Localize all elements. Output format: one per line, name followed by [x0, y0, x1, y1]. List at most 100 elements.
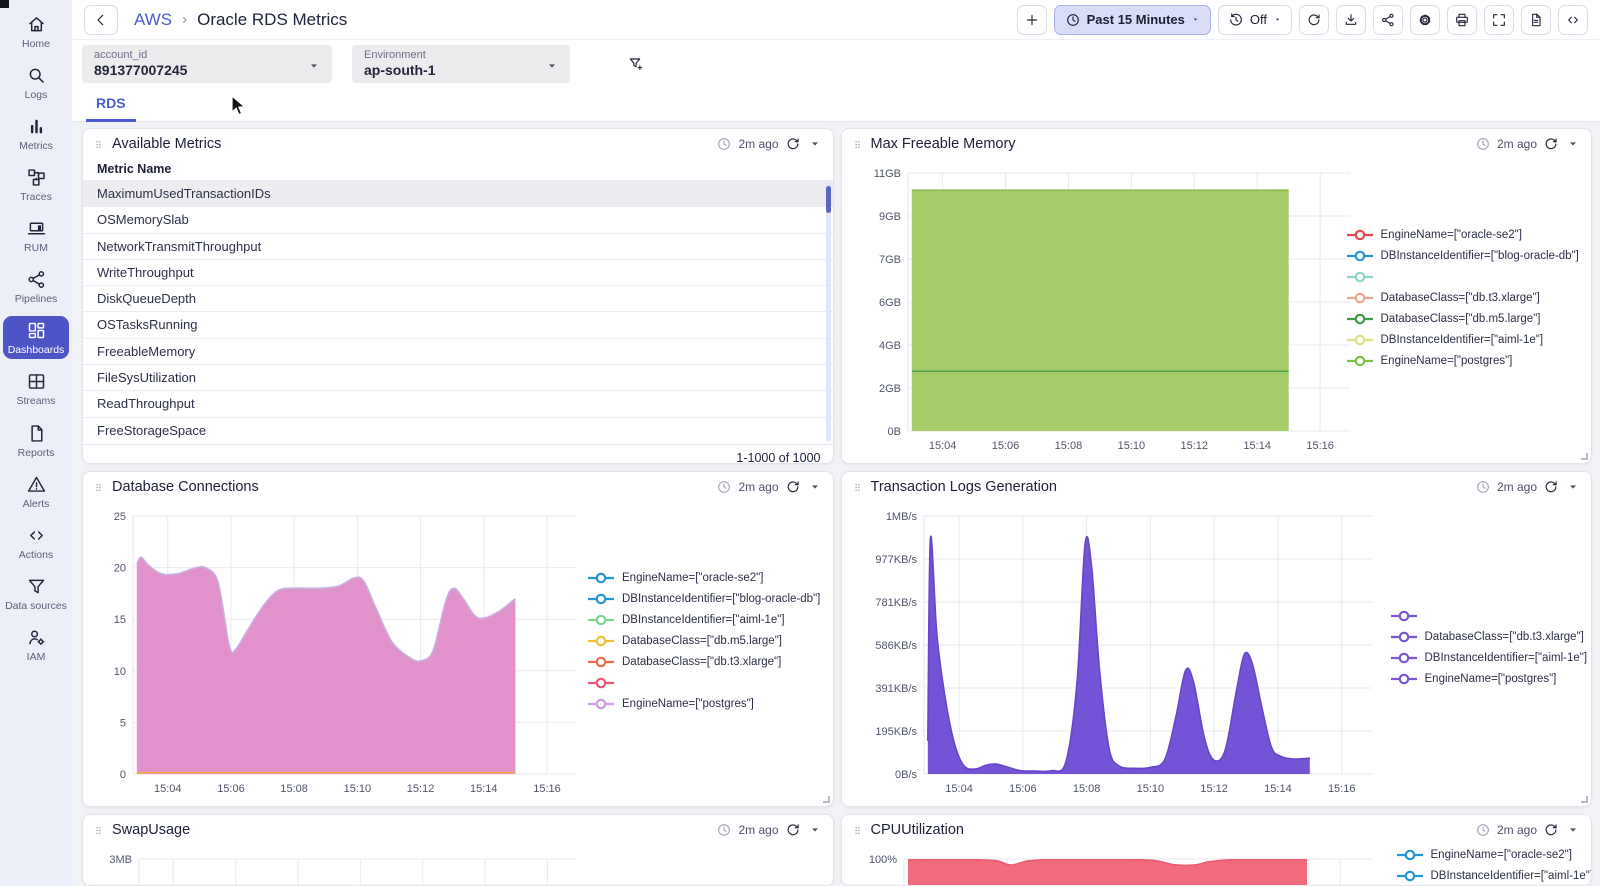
table-row[interactable]: FreeStorageSpace: [83, 416, 833, 443]
table-scrollbar-thumb[interactable]: [825, 186, 831, 213]
panel-menu-caret-icon[interactable]: [1565, 822, 1581, 838]
panel-menu-caret-icon[interactable]: [1565, 479, 1581, 495]
panel-title: Transaction Logs Generation: [870, 479, 1057, 495]
sidebar-item-reports[interactable]: Reports: [3, 419, 69, 462]
table-scrollbar[interactable]: [825, 182, 831, 442]
caret-down-icon: [276, 58, 322, 74]
table-row[interactable]: FreeableMemory: [83, 337, 833, 364]
legend-item[interactable]: [588, 677, 820, 689]
panel-menu-caret-icon[interactable]: [1565, 136, 1581, 152]
swap-usage-chart: 0B1MB2MB3MB15:0415:0615:0815:1015:1215:1…: [87, 845, 587, 885]
table-row[interactable]: NetworkTransmitThroughput: [83, 232, 833, 259]
sidebar-item-data-sources[interactable]: Data sources: [3, 572, 69, 615]
printer-icon: [1454, 12, 1470, 28]
legend-item[interactable]: EngineName=["postgres"]: [1346, 355, 1579, 367]
panel-menu-caret-icon[interactable]: [807, 136, 823, 152]
tab-rds[interactable]: RDS: [86, 88, 136, 122]
legend-item[interactable]: DatabaseClass=["db.t3.xlarge"]: [1346, 292, 1579, 304]
share-button[interactable]: [1373, 4, 1403, 35]
table-row[interactable]: MaximumUsedTransactionIDs: [83, 180, 833, 207]
panel-menu-caret-icon[interactable]: [807, 479, 823, 495]
breadcrumb-root-link[interactable]: AWS: [134, 10, 172, 30]
refresh-icon[interactable]: [1543, 479, 1559, 495]
legend-item[interactable]: DBInstanceIdentifier=["blog-oracle-db"]: [588, 593, 820, 605]
drag-handle-icon[interactable]: [93, 139, 104, 150]
docs-button[interactable]: [1521, 4, 1551, 35]
legend-item[interactable]: [1390, 610, 1588, 622]
refresh-icon[interactable]: [785, 822, 801, 838]
legend-item[interactable]: EngineName=["oracle-se2"]: [1346, 229, 1579, 241]
legend-item[interactable]: DBInstanceIdentifier=["aiml-1e"]: [1346, 334, 1579, 346]
time-range-selector[interactable]: Past 15 Minutes: [1053, 4, 1211, 35]
pipelines-icon: [26, 269, 47, 290]
clock-icon: [716, 136, 732, 152]
sidebar-item-actions[interactable]: Actions: [3, 521, 69, 564]
legend-item[interactable]: EngineName=["postgres"]: [588, 698, 820, 710]
drag-handle-icon[interactable]: [852, 825, 863, 836]
sidebar-item-streams[interactable]: Streams: [3, 367, 69, 410]
download-button[interactable]: [1336, 4, 1366, 35]
drag-handle-icon[interactable]: [93, 825, 104, 836]
resize-grip[interactable]: [1581, 796, 1588, 803]
sidebar-item-traces[interactable]: Traces: [3, 163, 69, 206]
add-filter-button[interactable]: [628, 56, 644, 72]
legend-item[interactable]: DBInstanceIdentifier=["aiml-1e"]: [588, 614, 820, 626]
sidebar-item-iam[interactable]: IAM: [3, 623, 69, 666]
legend-item[interactable]: DatabaseClass=["db.t3.xlarge"]: [588, 656, 820, 668]
sidebar-item-pipelines[interactable]: Pipelines: [3, 265, 69, 308]
legend-item[interactable]: EngineName=["postgres"]: [1390, 673, 1588, 685]
refresh-icon[interactable]: [1543, 136, 1559, 152]
resize-grip[interactable]: [822, 796, 830, 803]
drag-handle-icon[interactable]: [93, 482, 104, 493]
sidebar-item-alerts[interactable]: Alerts: [3, 470, 69, 513]
legend-item[interactable]: DatabaseClass=["db.m5.large"]: [1346, 313, 1579, 325]
panel-menu-caret-icon[interactable]: [807, 822, 823, 838]
refresh-button[interactable]: [1299, 4, 1329, 35]
table-row[interactable]: OSTasksRunning: [83, 311, 833, 337]
svg-text:15:10: 15:10: [1136, 783, 1164, 795]
table-row[interactable]: DiskQueueDepth: [83, 285, 833, 311]
back-button[interactable]: [84, 4, 118, 35]
refresh-icon[interactable]: [785, 136, 801, 152]
drag-handle-icon[interactable]: [852, 482, 863, 493]
table-row[interactable]: FileSysUtilization: [83, 364, 833, 390]
legend-item[interactable]: DBInstanceIdentifier=["aiml-1e"]: [1390, 652, 1587, 664]
drag-handle-icon[interactable]: [852, 139, 863, 150]
legend-item[interactable]: DBInstanceIdentifier=["aiml-1e"]: [1396, 870, 1591, 882]
sidebar-item-rum[interactable]: RUM: [3, 214, 69, 257]
legend-item[interactable]: EngineName=["oracle-se2"]: [1396, 849, 1592, 861]
embed-code-button[interactable]: [1558, 4, 1588, 35]
legend-marker-icon: [588, 656, 614, 668]
add-widget-button[interactable]: [1016, 4, 1047, 35]
refresh-icon[interactable]: [785, 479, 801, 495]
legend-item[interactable]: DatabaseClass=["db.t3.xlarge"]: [1390, 631, 1588, 643]
sidebar-item-home[interactable]: Home: [3, 10, 69, 53]
legend-item[interactable]: DBInstanceIdentifier=["blog-oracle-db"]: [1346, 250, 1579, 262]
svg-text:586KB/s: 586KB/s: [875, 640, 917, 652]
legend-item[interactable]: EngineName=["oracle-se2"]: [588, 572, 820, 584]
funnel-plus-icon: [628, 56, 644, 72]
window-corner-artifact: [0, 0, 9, 8]
table-row[interactable]: WriteThroughput: [83, 258, 833, 285]
legend-item[interactable]: DatabaseClass=["db.m5.large"]: [588, 635, 820, 647]
clock-icon: [1475, 136, 1491, 152]
table-row[interactable]: ReadThroughput: [83, 390, 833, 416]
fullscreen-button[interactable]: [1484, 4, 1514, 35]
resize-grip[interactable]: [1581, 453, 1588, 460]
refresh-icon[interactable]: [1543, 822, 1559, 838]
sidebar-item-metrics[interactable]: Metrics: [3, 112, 69, 155]
panel-title: SwapUsage: [112, 822, 191, 838]
environment-filter[interactable]: Environment ap-south-1: [352, 45, 570, 83]
auto-refresh-selector[interactable]: Off: [1217, 4, 1292, 35]
sidebar-item-logs[interactable]: Logs: [3, 61, 69, 104]
svg-text:15:16: 15:16: [1327, 783, 1355, 795]
account-id-filter[interactable]: account_id 891377007245: [82, 45, 332, 83]
sidebar-item-label: IAM: [26, 650, 46, 663]
sidebar-item-dashboards[interactable]: Dashboards: [3, 316, 69, 360]
legend-item[interactable]: [1346, 271, 1579, 283]
svg-text:6GB: 6GB: [878, 297, 900, 309]
settings-button[interactable]: [1410, 4, 1440, 35]
print-button[interactable]: [1447, 4, 1477, 35]
sidebar-item-label: Alerts: [22, 497, 50, 510]
table-row[interactable]: OSMemorySlab: [83, 206, 833, 232]
